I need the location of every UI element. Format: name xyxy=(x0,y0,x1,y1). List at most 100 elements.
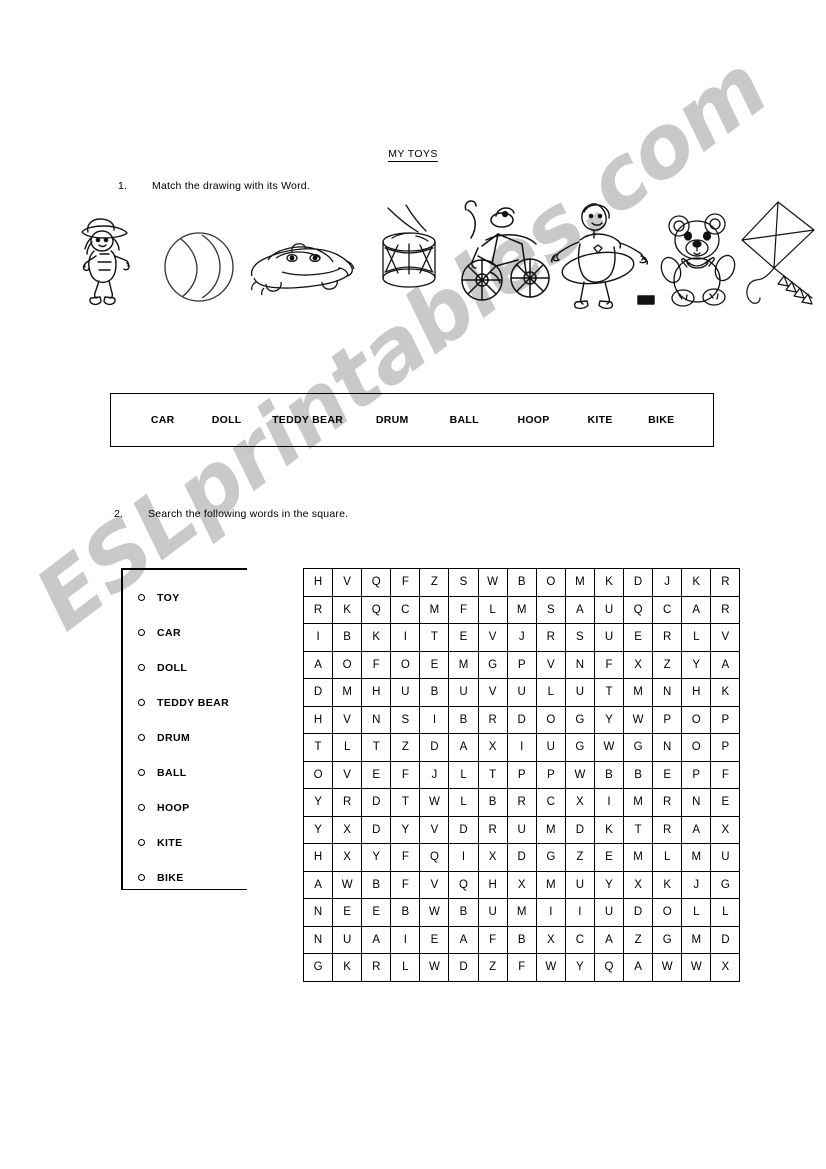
word-search-cell[interactable]: G xyxy=(564,705,595,734)
word-search-cell[interactable]: B xyxy=(506,925,537,954)
word-search-cell[interactable]: W xyxy=(652,953,683,982)
word-search-cell[interactable]: T xyxy=(302,733,334,762)
word-search-cell[interactable]: R xyxy=(361,953,392,982)
word-search-cell[interactable]: V xyxy=(419,815,450,844)
word-search-cell[interactable]: N xyxy=(302,925,334,954)
word-search-cell[interactable]: T xyxy=(361,733,392,762)
word-search-cell[interactable]: F xyxy=(390,843,421,872)
word-search-cell[interactable]: L xyxy=(390,953,421,982)
word-search-cell[interactable]: T xyxy=(419,623,450,652)
word-search-cell[interactable]: L xyxy=(681,898,712,927)
word-search-cell[interactable]: J xyxy=(506,623,537,652)
word-search-cell[interactable]: D xyxy=(506,843,537,872)
word-search-cell[interactable]: K xyxy=(593,815,625,844)
word-search-cell[interactable]: T xyxy=(593,678,625,707)
word-search-cell[interactable]: U xyxy=(506,815,537,844)
word-search-cell[interactable]: Y xyxy=(593,705,625,734)
word-search-cell[interactable]: F xyxy=(361,650,392,679)
word-search-cell[interactable]: J xyxy=(681,870,712,899)
word-search-cell[interactable]: E xyxy=(361,898,392,927)
word-search-cell[interactable]: J xyxy=(652,568,683,597)
word-search-cell[interactable]: U xyxy=(593,595,625,624)
word-search-cell[interactable]: A xyxy=(361,925,392,954)
word-search-cell[interactable]: A xyxy=(681,595,712,624)
word-search-cell[interactable]: E xyxy=(419,925,450,954)
word-search-cell[interactable]: I xyxy=(390,623,421,652)
word-search-cell[interactable]: R xyxy=(477,705,508,734)
word-search-cell[interactable]: H xyxy=(477,870,508,899)
word-search-cell[interactable]: X xyxy=(564,788,595,817)
word-search-cell[interactable]: R xyxy=(332,788,363,817)
word-search-cell[interactable]: U xyxy=(564,678,595,707)
word-search-cell[interactable]: K xyxy=(710,678,741,707)
word-search-cell[interactable]: N xyxy=(302,898,334,927)
word-search-cell[interactable]: E xyxy=(710,788,741,817)
word-search-cell[interactable]: V xyxy=(419,870,450,899)
word-search-cell[interactable]: B xyxy=(477,788,508,817)
word-search-cell[interactable]: C xyxy=(390,595,421,624)
word-search-cell[interactable]: A xyxy=(593,925,625,954)
word-search-cell[interactable]: I xyxy=(535,898,566,927)
word-search-cell[interactable]: W xyxy=(564,760,595,789)
word-search-cell[interactable]: X xyxy=(623,650,654,679)
word-search-cell[interactable]: R xyxy=(652,623,683,652)
word-search-cell[interactable]: E xyxy=(593,843,625,872)
word-search-cell[interactable]: I xyxy=(419,705,450,734)
word-search-cell[interactable]: P xyxy=(710,705,741,734)
word-search-cell[interactable]: M xyxy=(535,815,566,844)
word-search-cell[interactable]: N xyxy=(681,788,712,817)
word-search-cell[interactable]: U xyxy=(506,678,537,707)
word-search-cell[interactable]: D xyxy=(506,705,537,734)
word-search-cell[interactable]: O xyxy=(681,733,712,762)
word-search-cell[interactable]: D xyxy=(448,953,479,982)
word-search-cell[interactable]: D xyxy=(564,815,595,844)
word-search-cell[interactable]: G xyxy=(302,953,334,982)
word-search-cell[interactable]: O xyxy=(681,705,712,734)
word-search-cell[interactable]: R xyxy=(535,623,566,652)
word-search-cell[interactable]: M xyxy=(506,898,537,927)
word-search-cell[interactable]: L xyxy=(477,595,508,624)
word-search-cell[interactable]: O xyxy=(332,650,363,679)
word-search-cell[interactable]: A xyxy=(448,925,479,954)
word-search-cell[interactable]: D xyxy=(448,815,479,844)
word-search-cell[interactable]: M xyxy=(564,568,595,597)
word-search-cell[interactable]: Z xyxy=(652,650,683,679)
word-search-cell[interactable]: K xyxy=(361,623,392,652)
word-search-cell[interactable]: V xyxy=(535,650,566,679)
word-search-cell[interactable]: N xyxy=(652,678,683,707)
word-search-cell[interactable]: M xyxy=(623,843,654,872)
word-search-cell[interactable]: K xyxy=(652,870,683,899)
word-search-cell[interactable]: H xyxy=(361,678,392,707)
word-search-cell[interactable]: S xyxy=(564,623,595,652)
word-search-cell[interactable]: B xyxy=(390,898,421,927)
word-search-cell[interactable]: V xyxy=(332,760,363,789)
word-search-cell[interactable]: X xyxy=(710,953,741,982)
word-search-cell[interactable]: E xyxy=(652,760,683,789)
word-search-cell[interactable]: D xyxy=(361,788,392,817)
word-search-cell[interactable]: W xyxy=(477,568,508,597)
word-search-cell[interactable]: Y xyxy=(390,815,421,844)
word-search-cell[interactable]: X xyxy=(535,925,566,954)
word-search-cell[interactable]: U xyxy=(448,678,479,707)
word-search-cell[interactable]: Z xyxy=(419,568,450,597)
word-search-cell[interactable]: L xyxy=(681,623,712,652)
word-search-cell[interactable]: L xyxy=(332,733,363,762)
word-search-cell[interactable]: E xyxy=(361,760,392,789)
word-search-cell[interactable]: I xyxy=(564,898,595,927)
word-search-cell[interactable]: P xyxy=(535,760,566,789)
word-search-cell[interactable]: I xyxy=(302,623,334,652)
word-search-cell[interactable]: W xyxy=(332,870,363,899)
word-search-cell[interactable]: I xyxy=(448,843,479,872)
word-search-cell[interactable]: I xyxy=(390,925,421,954)
word-search-cell[interactable]: R xyxy=(710,568,741,597)
word-search-cell[interactable]: O xyxy=(535,705,566,734)
word-search-cell[interactable]: T xyxy=(477,760,508,789)
word-search-cell[interactable]: Z xyxy=(623,925,654,954)
word-search-cell[interactable]: O xyxy=(652,898,683,927)
word-search-cell[interactable]: I xyxy=(593,788,625,817)
word-search-cell[interactable]: W xyxy=(419,788,450,817)
word-search-cell[interactable]: F xyxy=(593,650,625,679)
word-search-cell[interactable]: V xyxy=(332,568,363,597)
word-search-cell[interactable]: B xyxy=(361,870,392,899)
word-search-cell[interactable]: F xyxy=(390,568,421,597)
